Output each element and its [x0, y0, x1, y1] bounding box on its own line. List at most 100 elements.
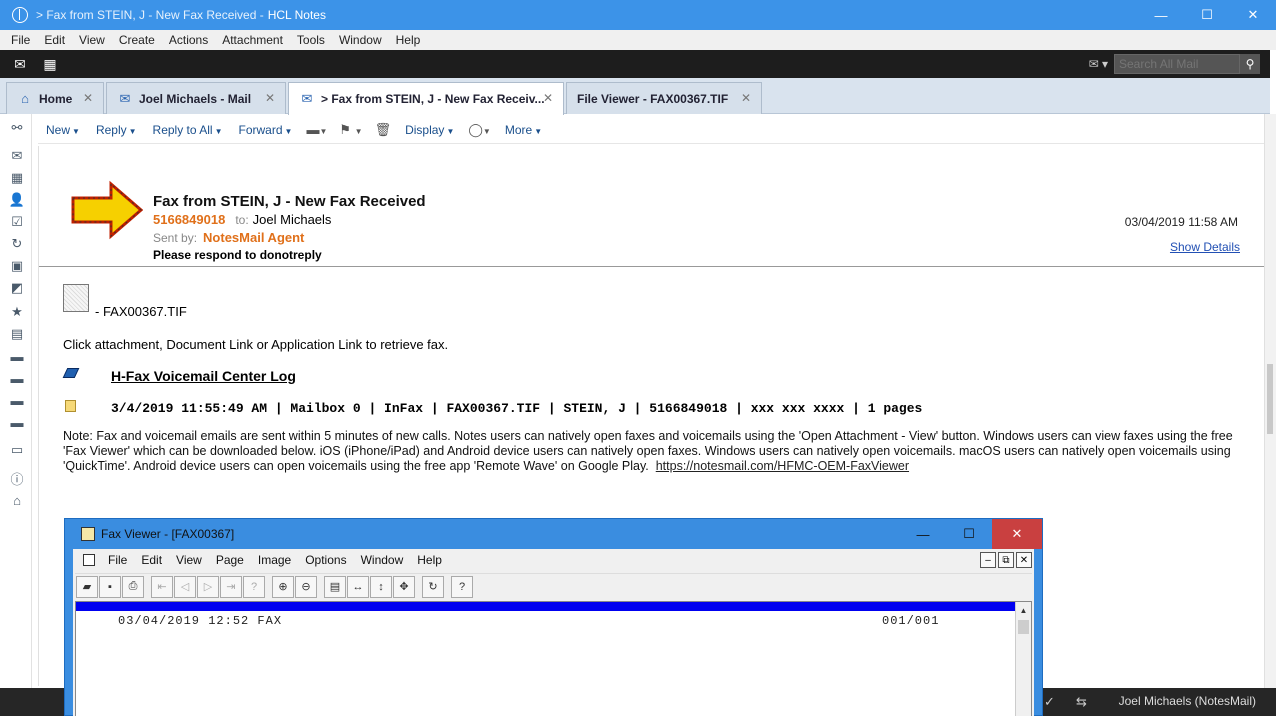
- tab-file-viewer[interactable]: File Viewer - FAX00367.TIF ✕: [566, 82, 762, 114]
- workspace-icon[interactable]: ▤: [8, 326, 26, 342]
- todo-icon[interactable]: ☑: [8, 214, 26, 230]
- status-user[interactable]: Joel Michaels (NotesMail): [1119, 694, 1256, 708]
- calendar-icon[interactable]: ▦: [8, 170, 26, 186]
- menu-actions[interactable]: Actions: [162, 33, 215, 47]
- scroll-up-icon[interactable]: ▲: [1016, 602, 1031, 618]
- maximize-button[interactable]: ☐: [1184, 0, 1230, 30]
- menu-attachment[interactable]: Attachment: [215, 33, 290, 47]
- recipient-name[interactable]: Joel Michaels: [253, 212, 332, 227]
- fit-height-icon[interactable]: ↕: [370, 575, 392, 598]
- search-icon[interactable]: ⚲: [1240, 54, 1260, 74]
- print-icon[interactable]: ⎙: [122, 575, 144, 598]
- contacts-icon[interactable]: 👤: [8, 192, 26, 208]
- fax-close-button[interactable]: ✕: [992, 519, 1042, 549]
- folder-icon[interactable]: ▬: [8, 348, 26, 364]
- fax-menu-edit[interactable]: Edit: [134, 553, 169, 567]
- sent-by-agent[interactable]: NotesMail Agent: [203, 230, 304, 245]
- close-icon[interactable]: ✕: [83, 91, 93, 105]
- more-button[interactable]: More ▼: [497, 123, 550, 137]
- menu-file[interactable]: File: [4, 33, 37, 47]
- voicemail-center-link[interactable]: H-Fax Voicemail Center Log: [111, 368, 296, 384]
- fax-document-area[interactable]: 03/04/2019 12:52 FAX 001/001 ▲: [75, 601, 1032, 716]
- fax-vertical-scrollbar[interactable]: ▲: [1015, 602, 1031, 716]
- app-icon[interactable]: ◩: [8, 280, 26, 296]
- first-page-icon[interactable]: ⇤: [151, 575, 173, 598]
- mdi-restore-button[interactable]: ⧉: [998, 552, 1014, 568]
- folder-icon[interactable]: ▬: [8, 392, 26, 408]
- fax-menu-view[interactable]: View: [169, 553, 209, 567]
- document-icon[interactable]: [83, 554, 95, 566]
- goto-page-icon[interactable]: ?: [243, 575, 265, 598]
- doclink-icon[interactable]: [62, 368, 80, 378]
- attachment-name[interactable]: - FAX00367.TIF: [95, 304, 187, 319]
- minimize-button[interactable]: —: [1138, 0, 1184, 30]
- info-icon[interactable]: ⓘ: [8, 470, 26, 487]
- sync-icon[interactable]: ↻: [8, 236, 26, 252]
- fit-both-icon[interactable]: ✥: [393, 575, 415, 598]
- new-button[interactable]: New ▼: [38, 123, 88, 137]
- open-folder-icon[interactable]: ▰: [76, 575, 98, 598]
- next-page-icon[interactable]: ▷: [197, 575, 219, 598]
- close-button[interactable]: ✕: [1230, 0, 1276, 30]
- chat-icon[interactable]: ◯▼: [462, 122, 496, 138]
- fit-page-icon[interactable]: ▤: [324, 575, 346, 598]
- menu-window[interactable]: Window: [332, 33, 389, 47]
- mdi-minimize-button[interactable]: –: [980, 552, 996, 568]
- previous-page-icon[interactable]: ◁: [174, 575, 196, 598]
- fax-menu-file[interactable]: File: [101, 553, 134, 567]
- fax-scroll-thumb[interactable]: [1018, 620, 1029, 634]
- last-page-icon[interactable]: ⇥: [220, 575, 242, 598]
- fax-menu-window[interactable]: Window: [354, 553, 411, 567]
- sender-number[interactable]: 5166849018: [153, 212, 225, 227]
- fax-maximize-button[interactable]: ☐: [946, 519, 992, 549]
- save-icon[interactable]: ▪: [99, 575, 121, 598]
- menu-help[interactable]: Help: [389, 33, 428, 47]
- reply-button[interactable]: Reply ▼: [88, 123, 145, 137]
- notes-app-icon[interactable]: [12, 7, 28, 23]
- zoom-in-icon[interactable]: ⊕: [272, 575, 294, 598]
- replication-icon[interactable]: ⇆: [1076, 694, 1087, 710]
- fax-menu-page[interactable]: Page: [209, 553, 251, 567]
- rotate-icon[interactable]: ↻: [422, 575, 444, 598]
- scroll-thumb[interactable]: [1267, 364, 1273, 434]
- folder-new-icon[interactable]: ▬: [8, 414, 26, 430]
- menu-edit[interactable]: Edit: [37, 33, 72, 47]
- show-details-link[interactable]: Show Details: [1170, 240, 1240, 254]
- search-scope-dropdown[interactable]: ✉ ▾: [1089, 57, 1108, 71]
- fax-menu-help[interactable]: Help: [410, 553, 449, 567]
- help-icon[interactable]: ?: [451, 575, 473, 598]
- zoom-out-icon[interactable]: ⊖: [295, 575, 317, 598]
- folder-icon[interactable]: ▬▼: [300, 122, 333, 137]
- fit-width-icon[interactable]: ↔: [347, 575, 369, 598]
- attachment-icon[interactable]: [63, 284, 89, 312]
- trash-icon[interactable]: 🗑: [369, 122, 398, 138]
- home-icon[interactable]: ⌂: [8, 492, 26, 508]
- clipboard-icon[interactable]: ▣: [8, 258, 26, 274]
- mail-icon[interactable]: ✉: [10, 54, 30, 74]
- fax-menu-image[interactable]: Image: [251, 553, 298, 567]
- display-button[interactable]: Display ▼: [397, 123, 462, 137]
- menu-view[interactable]: View: [72, 33, 112, 47]
- search-input[interactable]: [1114, 54, 1240, 74]
- mail-icon[interactable]: ✉: [8, 148, 26, 164]
- tab-mail[interactable]: ✉ Joel Michaels - Mail ✕: [106, 82, 286, 114]
- calendar-icon[interactable]: ▦: [40, 54, 60, 74]
- mdi-close-button[interactable]: ✕: [1016, 552, 1032, 568]
- fax-minimize-button[interactable]: —: [900, 519, 946, 549]
- checkmark-icon[interactable]: ✓: [1044, 694, 1055, 710]
- fax-viewer-app-icon[interactable]: [81, 527, 95, 541]
- close-icon[interactable]: ✕: [265, 91, 275, 105]
- favorites-folder-icon[interactable]: ★: [8, 304, 26, 320]
- folder-settings-icon[interactable]: ▬: [8, 370, 26, 386]
- menu-create[interactable]: Create: [112, 33, 162, 47]
- content-scrollbar[interactable]: [1264, 114, 1276, 688]
- fax-viewer-download-link[interactable]: https://notesmail.com/HFMC-OEM-FaxViewer: [656, 459, 909, 473]
- close-icon[interactable]: ✕: [741, 91, 751, 105]
- fax-menu-options[interactable]: Options: [298, 553, 353, 567]
- close-icon[interactable]: ✕: [543, 91, 553, 105]
- screen-icon[interactable]: ▭: [8, 442, 26, 458]
- menu-tools[interactable]: Tools: [290, 33, 332, 47]
- tab-home[interactable]: ⌂ Home ✕: [6, 82, 104, 114]
- binoculars-icon[interactable]: ⚯: [8, 120, 26, 136]
- log-doc-icon[interactable]: [65, 400, 76, 412]
